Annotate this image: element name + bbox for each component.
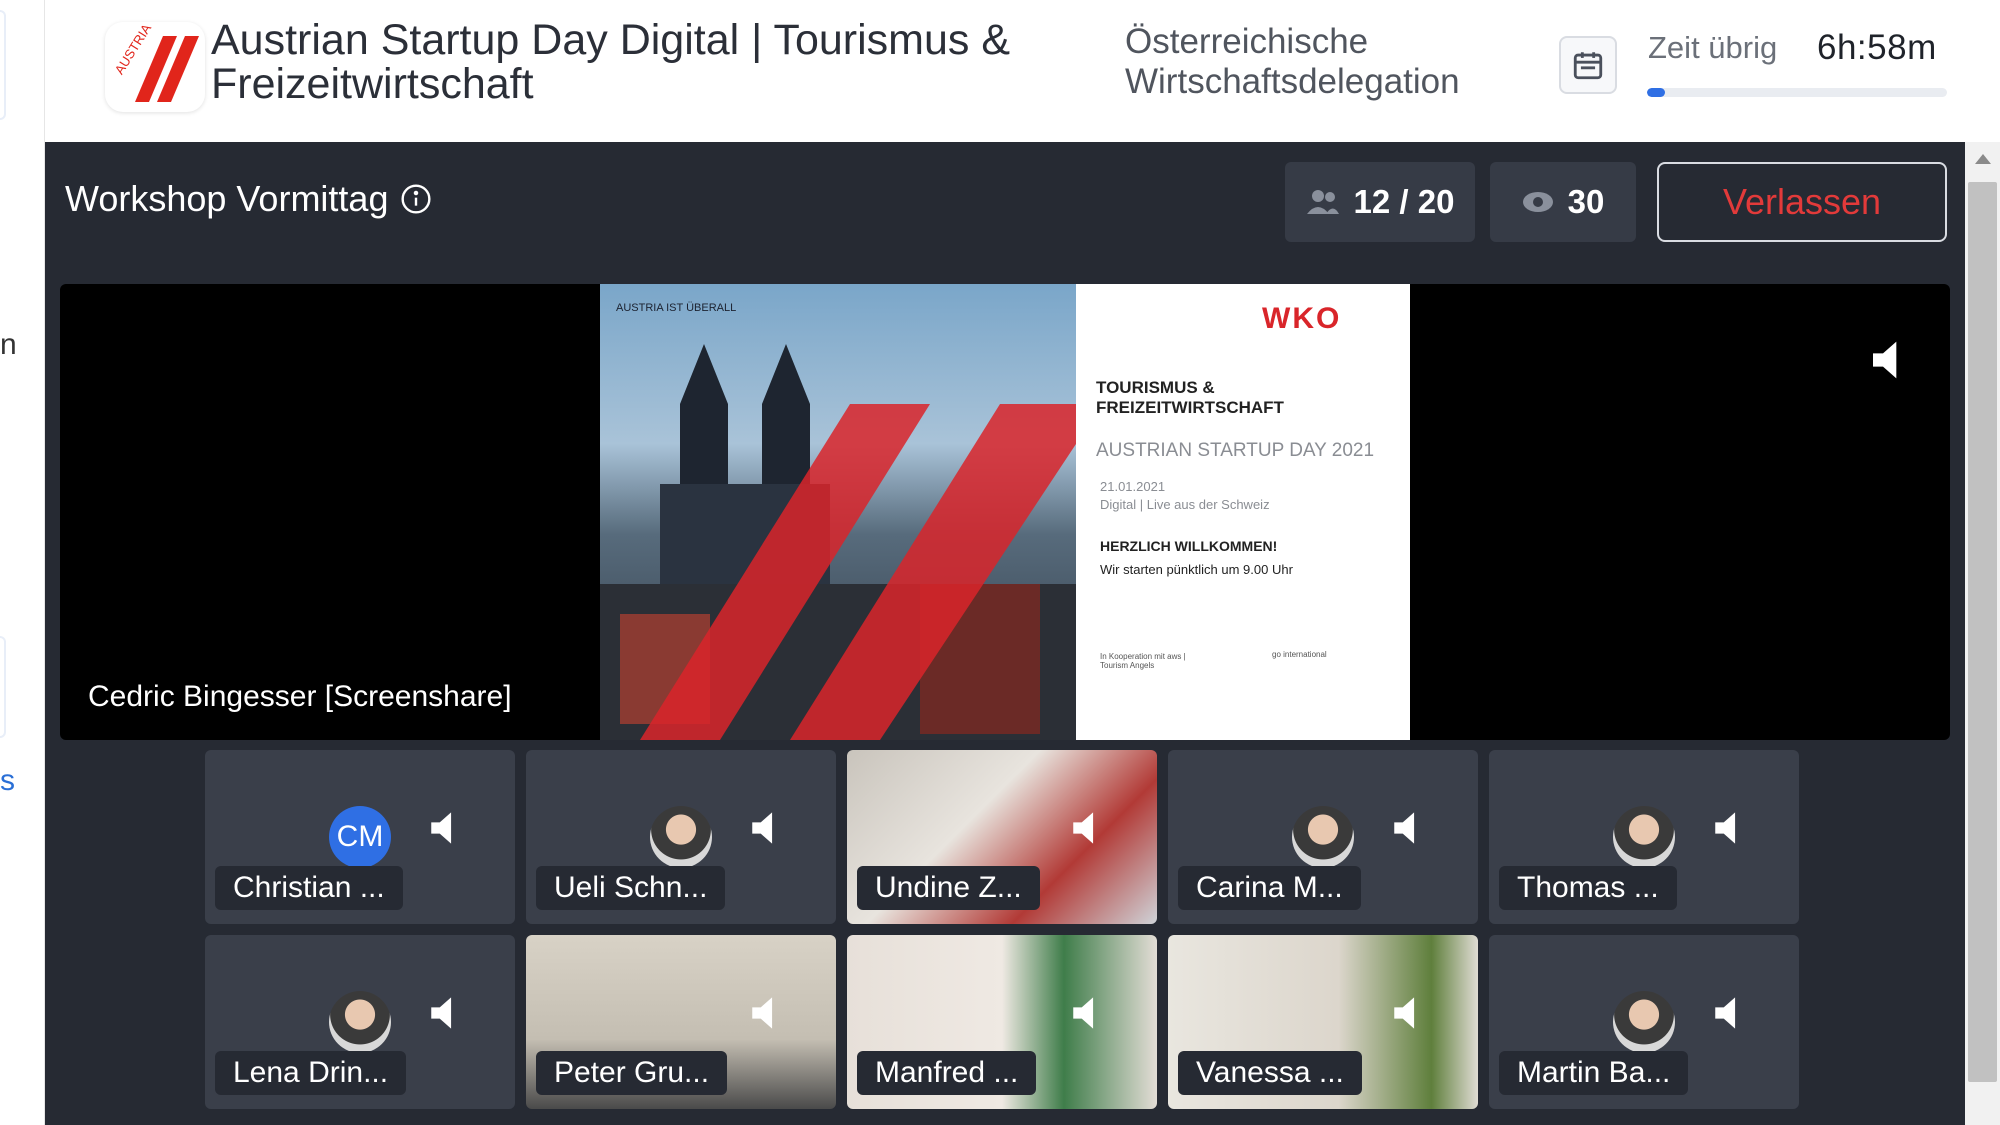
participant-avatar (1613, 806, 1675, 868)
participant-name: Christian ... (215, 866, 403, 910)
time-progress-bar (1647, 88, 1947, 97)
speaker-muted-icon[interactable] (748, 991, 782, 1035)
participants-count-badge: 12 / 20 (1285, 162, 1475, 242)
background-text-fragment: n (0, 328, 17, 361)
event-header: AUSTRIA Austrian Startup Day Digital | T… (45, 0, 2000, 142)
background-page-strip: n s (0, 0, 45, 1125)
participant-tile[interactable]: Lena Drin... (205, 935, 515, 1109)
logo-lettering: AUSTRIA (112, 22, 155, 77)
speaker-muted-icon[interactable] (1069, 806, 1103, 850)
background-link-fragment[interactable]: s (0, 764, 15, 798)
time-remaining-label: Zeit übrig (1648, 30, 1778, 65)
participant-tile[interactable]: Thomas ... (1489, 750, 1799, 924)
participant-name: Peter Gru... (536, 1051, 728, 1095)
speaker-muted-icon[interactable] (748, 806, 782, 850)
eye-icon (1522, 192, 1553, 212)
viewers-count: 30 (1567, 183, 1605, 220)
participant-grid: CM Christian ... Ueli Schn... Undine Z... Ca… (205, 750, 1815, 1109)
slide-city-photo: AUSTRIA IST ÜBERALL (600, 284, 1076, 740)
background-card-edge (0, 10, 6, 120)
calendar-icon (1573, 52, 1603, 80)
wko-logo: WKO (1262, 302, 1342, 335)
time-progress-fill (1647, 88, 1665, 97)
shared-slide: AUSTRIA IST ÜBERALL WKO TOURISMUS & FREI… (600, 284, 1410, 740)
speaker-muted-icon[interactable] (1711, 991, 1745, 1035)
speaker-muted-icon[interactable] (1069, 991, 1103, 1035)
time-remaining-value: 6h:58m (1817, 28, 1937, 67)
viewers-count-badge: 30 (1490, 162, 1636, 242)
participant-name: Ueli Schn... (536, 866, 726, 910)
scroll-up-arrow-icon[interactable] (1975, 154, 1991, 164)
slide-subline: Digital | Live aus der Schweiz (1100, 497, 1270, 512)
participant-avatar: CM (329, 806, 391, 868)
participant-tile[interactable]: CM Christian ... (205, 750, 515, 924)
info-icon[interactable] (400, 183, 432, 215)
participant-name: Manfred ... (857, 1051, 1037, 1095)
event-title: Austrian Startup Day Digital | Tourismus… (211, 16, 1011, 108)
participant-name: Vanessa ... (1178, 1051, 1362, 1095)
participant-tile[interactable]: Manfred ... (847, 935, 1157, 1109)
calendar-button[interactable] (1559, 36, 1617, 94)
participant-name: Lena Drin... (215, 1051, 407, 1095)
participant-avatar (1613, 991, 1675, 1053)
slide-partner-logo: go international (1272, 650, 1327, 659)
participant-tile[interactable]: Carina M... (1168, 750, 1478, 924)
participants-count: 12 / 20 (1353, 183, 1455, 220)
participant-name: Thomas ... (1499, 866, 1677, 910)
users-icon (1306, 190, 1339, 214)
room-panel: Workshop Vormittag 12 / 20 30 Verlassen (45, 142, 1965, 1125)
participant-avatar (1292, 806, 1354, 868)
screenshare-stage: AUSTRIA IST ÜBERALL WKO TOURISMUS & FREI… (60, 284, 1950, 740)
participant-tile[interactable]: Ueli Schn... (526, 750, 836, 924)
slide-headline: TOURISMUS & FREIZEITWIRTSCHAFT (1096, 378, 1284, 417)
presenter-name: Cedric Bingesser [Screenshare] (88, 680, 512, 713)
background-card-edge (0, 636, 6, 738)
organizer-name: Österreichische Wirtschaftsdelegation (1125, 22, 1460, 101)
page-scrollbar[interactable] (1965, 142, 2000, 1125)
speaker-muted-icon[interactable] (427, 991, 461, 1035)
speaker-muted-icon[interactable] (1390, 806, 1424, 850)
austria-logo: AUSTRIA (105, 22, 205, 112)
participant-tile[interactable]: Undine Z... (847, 750, 1157, 924)
speaker-muted-icon[interactable] (1868, 338, 1908, 382)
room-title: Workshop Vormittag (65, 178, 389, 219)
participant-name: Carina M... (1178, 866, 1361, 910)
speaker-muted-icon[interactable] (1390, 991, 1424, 1035)
speaker-muted-icon[interactable] (1711, 806, 1745, 850)
slide-date: 21.01.2021 Digital | Live aus der Schwei… (1100, 478, 1390, 514)
slide-cooperation-note: In Kooperation mit aws | Tourism Angels (1100, 652, 1186, 670)
slide-photo-tag: AUSTRIA IST ÜBERALL (616, 302, 737, 314)
room-header: Workshop Vormittag (65, 178, 432, 220)
participant-name: Undine Z... (857, 866, 1040, 910)
scrollbar-thumb[interactable] (1968, 182, 1997, 1082)
slide-date-value: 21.01.2021 (1100, 479, 1166, 494)
participant-tile[interactable]: Vanessa ... (1168, 935, 1478, 1109)
slide-event: AUSTRIAN STARTUP DAY 2021 (1096, 440, 1375, 461)
participant-name: Martin Ba... (1499, 1051, 1689, 1095)
participant-avatar (329, 991, 391, 1053)
leave-button[interactable]: Verlassen (1657, 162, 1947, 242)
participant-tile[interactable]: Peter Gru... (526, 935, 836, 1109)
participant-avatar (650, 806, 712, 868)
slide-start-time: Wir starten pünktlich um 9.00 Uhr (1100, 562, 1293, 577)
participant-tile[interactable]: Martin Ba... (1489, 935, 1799, 1109)
slide-text-panel: WKO TOURISMUS & FREIZEITWIRTSCHAFT AUSTR… (1076, 284, 1410, 740)
speaker-muted-icon[interactable] (427, 806, 461, 850)
slide-welcome: HERZLICH WILLKOMMEN! (1100, 538, 1278, 554)
